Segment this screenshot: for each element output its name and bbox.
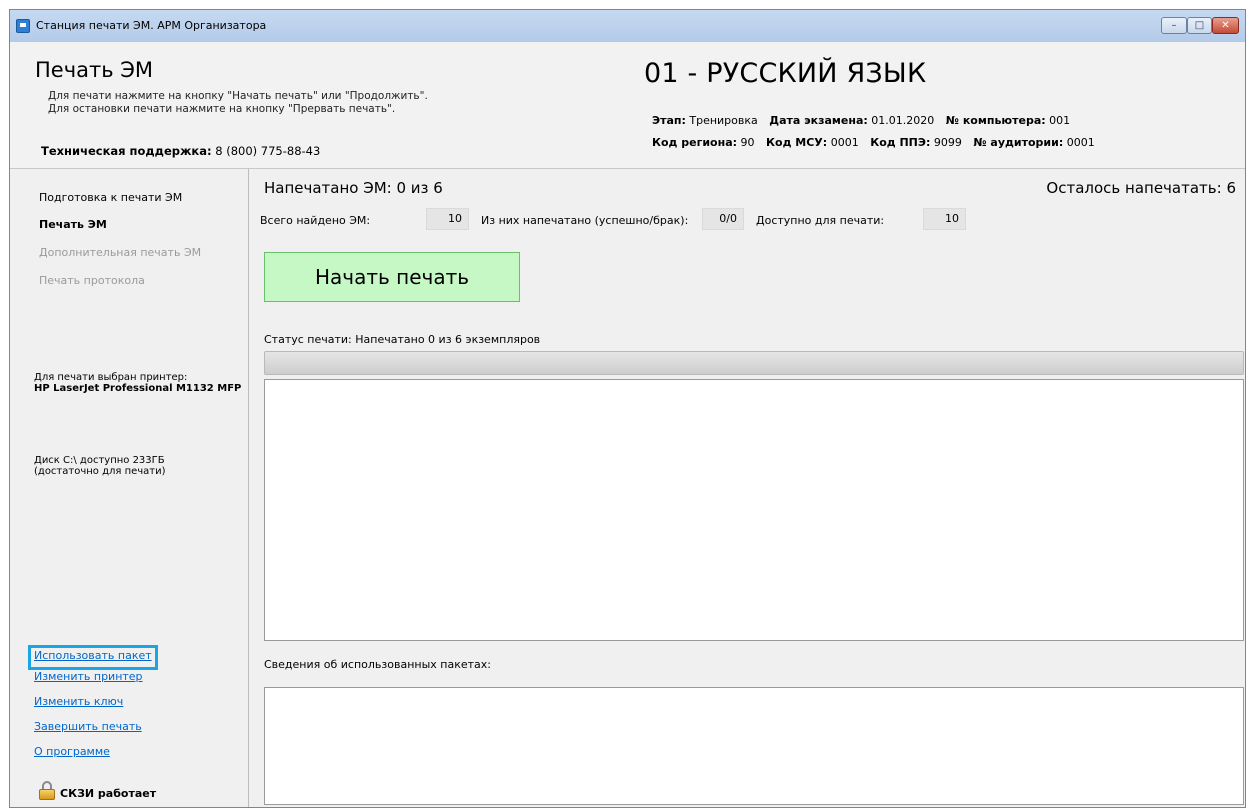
ppe-label: Код ППЭ:	[870, 136, 931, 149]
computer-label: № компьютера:	[945, 114, 1046, 127]
close-button[interactable]: ✕	[1212, 17, 1239, 34]
support-label: Техническая поддержка:	[41, 144, 212, 158]
exam-date-label: Дата экзамена:	[769, 114, 868, 127]
title-bar: Станция печати ЭМ. АРМ Организатора – □ …	[10, 10, 1245, 43]
found-label: Всего найдено ЭМ:	[260, 214, 371, 227]
main-panel: Напечатано ЭМ: 0 из 6 Осталось напечатат…	[249, 169, 1245, 807]
printed-stat-label: Из них напечатано (успешно/брак):	[481, 214, 689, 227]
change-printer-link[interactable]: Изменить принтер	[34, 670, 143, 683]
print-status: Статус печати: Напечатано 0 из 6 экземпл…	[264, 333, 540, 346]
msu-value: 0001	[830, 136, 859, 149]
available-value: 10	[923, 208, 966, 230]
remaining-count: Осталось напечатать: 6	[1046, 179, 1236, 197]
exam-meta-row-1: Этап: Тренировка Дата экзамена: 01.01.20…	[652, 114, 1070, 127]
disk-status: (достаточно для печати)	[34, 466, 166, 477]
nav-print-protocol: Печать протокола	[39, 274, 145, 287]
instruction-stop: Для остановки печати нажмите на кнопку "…	[48, 103, 396, 115]
subject-title: 01 - РУССКИЙ ЯЗЫК	[644, 58, 927, 89]
about-link[interactable]: О программе	[34, 745, 110, 758]
crypto-status: СКЗИ работает	[60, 787, 157, 800]
print-log[interactable]	[264, 379, 1244, 641]
instruction-start: Для печати нажмите на кнопку "Начать печ…	[48, 90, 428, 102]
disk-space: Диск C:\ доступно 233ГБ	[34, 455, 165, 466]
printer-name: HP LaserJet Professional M1132 MFP	[34, 383, 242, 394]
status-label: Статус печати:	[264, 333, 352, 346]
nav-additional-print: Дополнительная печать ЭМ	[39, 246, 202, 259]
support-phone: 8 (800) 775-88-43	[215, 144, 321, 158]
auditorium-label: № аудитории:	[973, 136, 1064, 149]
minimize-button[interactable]: –	[1161, 17, 1187, 34]
stage-label: Этап:	[652, 114, 686, 127]
printer-info: Для печати выбран принтер: HP LaserJet P…	[34, 372, 241, 394]
lock-icon	[39, 781, 55, 800]
computer-value: 001	[1049, 114, 1071, 127]
status-value: Напечатано 0 из 6 экземпляров	[355, 333, 541, 346]
sidebar: Подготовка к печати ЭМ Печать ЭМ Дополни…	[10, 169, 249, 807]
found-value: 10	[426, 208, 469, 230]
msu-label: Код МСУ:	[766, 136, 828, 149]
exam-meta-row-2: Код региона: 90 Код МСУ: 0001 Код ППЭ: 9…	[652, 136, 1095, 149]
exam-date-value: 01.01.2020	[871, 114, 935, 127]
packets-info[interactable]	[264, 687, 1244, 805]
print-progress-bar	[264, 351, 1244, 375]
printer-caption: Для печати выбран принтер:	[34, 372, 188, 383]
maximize-button[interactable]: □	[1187, 17, 1212, 34]
app-window: Станция печати ЭМ. АРМ Организатора – □ …	[9, 9, 1246, 808]
header-panel: Печать ЭМ Для печати нажмите на кнопку "…	[10, 42, 1245, 169]
region-label: Код региона:	[652, 136, 738, 149]
ppe-value: 9099	[933, 136, 962, 149]
app-icon	[16, 19, 30, 33]
window-title: Станция печати ЭМ. АРМ Организатора	[36, 19, 267, 32]
region-value: 90	[740, 136, 755, 149]
use-package-link[interactable]: Использовать пакет	[34, 649, 152, 662]
support-info: Техническая поддержка: 8 (800) 775-88-43	[41, 144, 320, 158]
disk-info: Диск C:\ доступно 233ГБ (достаточно для …	[34, 455, 166, 477]
auditorium-value: 0001	[1066, 136, 1095, 149]
available-label: Доступно для печати:	[756, 214, 885, 227]
printed-count: Напечатано ЭМ: 0 из 6	[264, 179, 443, 197]
nav-print-em[interactable]: Печать ЭМ	[39, 218, 107, 231]
nav-prepare-print[interactable]: Подготовка к печати ЭМ	[39, 191, 182, 204]
page-title: Печать ЭМ	[35, 58, 154, 82]
instructions: Для печати нажмите на кнопку "Начать печ…	[48, 90, 428, 116]
start-print-button[interactable]: Начать печать	[264, 252, 520, 302]
packets-label: Сведения об использованных пакетах:	[264, 658, 491, 671]
finish-print-link[interactable]: Завершить печать	[34, 720, 142, 733]
stage-value: Тренировка	[689, 114, 758, 127]
change-key-link[interactable]: Изменить ключ	[34, 695, 123, 708]
printed-stat-value: 0/0	[702, 208, 744, 230]
